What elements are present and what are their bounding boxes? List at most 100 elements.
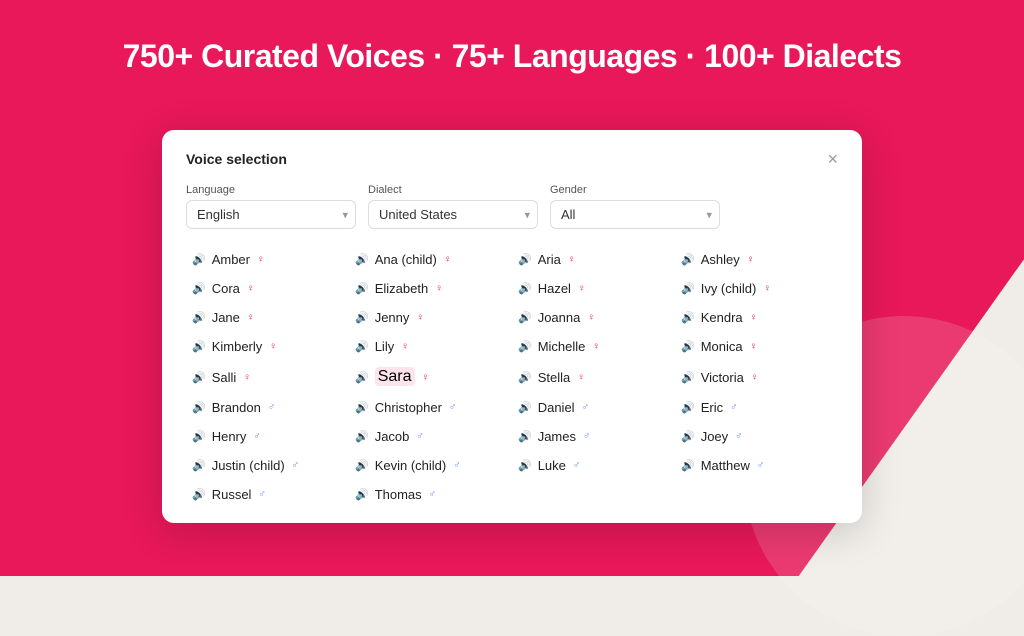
dialect-label: Dialect xyxy=(368,184,538,196)
voice-item[interactable]: 🔊Luke♂ xyxy=(512,453,675,478)
speaker-icon: 🔊 xyxy=(192,488,206,501)
male-gender-icon: ♂ xyxy=(258,489,266,500)
voice-item[interactable]: 🔊Jacob♂ xyxy=(349,424,512,449)
voice-item[interactable]: 🔊Ashley♀ xyxy=(675,247,838,272)
speaker-icon: 🔊 xyxy=(192,430,206,443)
voice-item[interactable]: 🔊Kimberly♀ xyxy=(186,334,349,359)
voice-item[interactable]: 🔊Matthew♂ xyxy=(675,453,838,478)
speaker-icon: 🔊 xyxy=(355,488,369,501)
speaker-icon: 🔊 xyxy=(681,282,695,295)
male-gender-icon: ♂ xyxy=(735,431,743,442)
voice-item[interactable]: 🔊Cora♀ xyxy=(186,276,349,301)
voice-name: Henry xyxy=(212,429,247,444)
female-gender-icon: ♀ xyxy=(435,283,443,294)
speaker-icon: 🔊 xyxy=(681,401,695,414)
female-gender-icon: ♀ xyxy=(416,312,424,323)
voice-name: Christopher xyxy=(375,400,442,415)
voice-item[interactable]: 🔊Michelle♀ xyxy=(512,334,675,359)
voice-item[interactable]: 🔊 Jane ♀ xyxy=(186,305,349,330)
voice-name: Jenny xyxy=(375,310,410,325)
voice-name: Brandon xyxy=(212,400,261,415)
voice-item[interactable]: 🔊Kevin (child)♂ xyxy=(349,453,512,478)
voice-item[interactable]: 🔊Jenny♀ xyxy=(349,305,512,330)
female-gender-icon: ♀ xyxy=(578,283,586,294)
speaker-icon: 🔊 xyxy=(518,340,532,353)
voice-item[interactable]: 🔊Brandon♂ xyxy=(186,395,349,420)
voice-grid: 🔊 Amber ♀ 🔊Ana (child)♀🔊Aria♀🔊Ashley♀ 🔊Cora♀… xyxy=(186,247,838,507)
modal-header: Voice selection × xyxy=(186,150,838,168)
dialect-select[interactable]: United States United Kingdom Australia xyxy=(368,200,538,229)
female-gender-icon: ♀ xyxy=(750,312,758,323)
modal-wrapper: Voice selection × Language English Spani… xyxy=(162,130,862,523)
voice-name: Amber xyxy=(212,252,250,267)
voice-name: Sara xyxy=(375,368,415,386)
voice-item[interactable]: 🔊Stella♀ xyxy=(512,363,675,391)
gender-filter-group: Gender All Female Male xyxy=(550,184,720,229)
voice-name: Joey xyxy=(701,429,728,444)
male-gender-icon: ♂ xyxy=(453,460,461,471)
voice-item[interactable]: 🔊James♂ xyxy=(512,424,675,449)
voice-item[interactable]: 🔊Joanna♀ xyxy=(512,305,675,330)
voice-item[interactable]: 🔊Joey♂ xyxy=(675,424,838,449)
male-gender-icon: ♂ xyxy=(449,402,457,413)
voice-item[interactable]: 🔊Sara♀ xyxy=(349,363,512,391)
voice-item[interactable]: 🔊Victoria♀ xyxy=(675,363,838,391)
filters-row: Language English Spanish French Dialect … xyxy=(186,184,838,229)
voice-name: Ivy (child) xyxy=(701,281,757,296)
female-gender-icon: ♀ xyxy=(422,372,430,383)
voice-item[interactable]: 🔊Aria♀ xyxy=(512,247,675,272)
male-gender-icon: ♂ xyxy=(730,402,738,413)
female-gender-icon: ♀ xyxy=(587,312,595,323)
speaker-icon: 🔊 xyxy=(518,401,532,414)
language-filter-group: Language English Spanish French xyxy=(186,184,356,229)
voice-name: Jacob xyxy=(375,429,410,444)
female-gender-icon: ♀ xyxy=(592,341,600,352)
voice-item[interactable]: 🔊Daniel♂ xyxy=(512,395,675,420)
female-gender-icon: ♀ xyxy=(568,254,576,265)
voice-item[interactable]: 🔊Ivy (child)♀ xyxy=(675,276,838,301)
female-gender-icon: ♀ xyxy=(247,312,255,323)
voice-item[interactable]: 🔊Justin (child)♂ xyxy=(186,453,349,478)
speaker-icon: 🔊 xyxy=(192,311,206,324)
voice-item[interactable]: 🔊Elizabeth♀ xyxy=(349,276,512,301)
gender-select-wrapper: All Female Male xyxy=(550,200,720,229)
speaker-icon: 🔊 xyxy=(681,311,695,324)
voice-item[interactable]: 🔊Ana (child)♀ xyxy=(349,247,512,272)
male-gender-icon: ♂ xyxy=(583,431,591,442)
female-gender-icon: ♀ xyxy=(243,372,251,383)
speaker-icon: 🔊 xyxy=(192,253,206,266)
voice-item[interactable]: 🔊Hazel♀ xyxy=(512,276,675,301)
close-button[interactable]: × xyxy=(827,150,838,168)
speaker-icon: 🔊 xyxy=(355,401,369,414)
voice-item[interactable]: 🔊Lily♀ xyxy=(349,334,512,359)
voice-name: Kimberly xyxy=(212,339,263,354)
voice-item[interactable]: 🔊 Christopher ♂ xyxy=(349,395,512,420)
gender-select[interactable]: All Female Male xyxy=(550,200,720,229)
male-gender-icon: ♂ xyxy=(757,460,765,471)
voice-item[interactable]: 🔊Kendra♀ xyxy=(675,305,838,330)
voice-name: Joanna xyxy=(538,310,581,325)
voice-name: Monica xyxy=(701,339,743,354)
voice-name: Luke xyxy=(538,458,566,473)
voice-item[interactable]: 🔊Salli♀ xyxy=(186,363,349,391)
voice-name: Russel xyxy=(212,487,252,502)
voice-item[interactable]: 🔊 Amber ♀ xyxy=(186,247,349,272)
voice-item[interactable]: 🔊Eric♂ xyxy=(675,395,838,420)
voice-item[interactable]: 🔊Thomas♂ xyxy=(349,482,512,507)
voice-item[interactable]: 🔊 Russel ♂ xyxy=(186,482,349,507)
voice-name: Jane xyxy=(212,310,240,325)
language-select[interactable]: English Spanish French xyxy=(186,200,356,229)
male-gender-icon: ♂ xyxy=(292,460,300,471)
speaker-icon: 🔊 xyxy=(192,282,206,295)
voice-name: Lily xyxy=(375,339,395,354)
voice-item[interactable]: 🔊Monica♀ xyxy=(675,334,838,359)
speaker-icon: 🔊 xyxy=(192,371,206,384)
speaker-icon: 🔊 xyxy=(681,253,695,266)
speaker-icon: 🔊 xyxy=(192,459,206,472)
speaker-icon: 🔊 xyxy=(355,253,369,266)
male-gender-icon: ♂ xyxy=(268,402,276,413)
female-gender-icon: ♀ xyxy=(257,254,265,265)
voice-item[interactable]: 🔊Henry♂ xyxy=(186,424,349,449)
speaker-icon: 🔊 xyxy=(355,282,369,295)
voice-name: Thomas xyxy=(375,487,422,502)
